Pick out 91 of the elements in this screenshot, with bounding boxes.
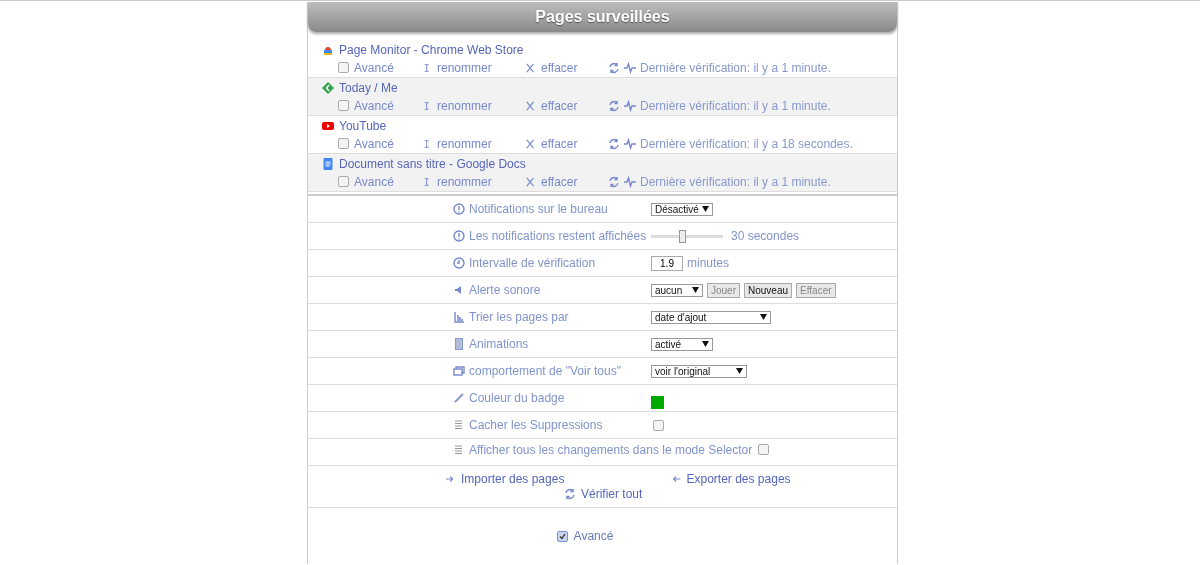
- select-dropdown[interactable]: activé: [651, 337, 713, 351]
- setting-label: Alerte sonore: [469, 283, 541, 297]
- pulse-icon: [624, 137, 636, 150]
- color-swatch[interactable]: [651, 395, 664, 409]
- setting-label: Notifications sur le bureau: [469, 202, 608, 216]
- checkbox[interactable]: [338, 138, 349, 149]
- text-cursor-icon: [424, 61, 432, 74]
- advanced-label: Avancé: [354, 98, 394, 113]
- page-title-link[interactable]: Today / Me: [339, 81, 398, 95]
- caret-icon: [736, 368, 743, 374]
- close-icon: [526, 137, 536, 150]
- caret-icon: [702, 341, 709, 347]
- unit-label: minutes: [687, 256, 730, 270]
- checkbox[interactable]: [758, 444, 770, 455]
- arrow-left-icon: [671, 473, 682, 485]
- select-dropdown[interactable]: aucun: [651, 283, 703, 297]
- sort-icon: [453, 311, 465, 323]
- checkbox[interactable]: [653, 419, 664, 431]
- select-dropdown[interactable]: Désactivé: [651, 202, 713, 216]
- delete-link[interactable]: effacer: [526, 136, 608, 151]
- list-icon: [453, 443, 465, 456]
- refresh-icon: [608, 137, 620, 150]
- refresh-icon: [608, 61, 620, 74]
- checkbox[interactable]: [338, 62, 349, 73]
- rename-link[interactable]: renommer: [424, 98, 526, 113]
- store-icon: [322, 44, 334, 56]
- export-link[interactable]: Exporter des pages: [671, 472, 897, 486]
- rename-link[interactable]: renommer: [424, 60, 526, 75]
- film-icon: [453, 338, 465, 350]
- text-cursor-icon: [424, 99, 432, 112]
- slider-thumb[interactable]: [679, 229, 687, 243]
- page-title-link[interactable]: Page Monitor - Chrome Web Store: [339, 43, 524, 57]
- pulse-icon: [624, 61, 636, 74]
- check-icon: [558, 532, 566, 540]
- setting-label: Cacher les Suppressions: [469, 418, 603, 432]
- feed-icon: [322, 82, 334, 94]
- select-dropdown[interactable]: voir l'original: [651, 364, 747, 378]
- caret-icon: [692, 287, 699, 293]
- rename-link[interactable]: renommer: [424, 174, 526, 189]
- import-link[interactable]: Importer des pages: [446, 472, 672, 486]
- delete-link[interactable]: effacer: [526, 98, 608, 113]
- checkbox[interactable]: [338, 100, 349, 111]
- arrow-right-icon: [446, 473, 456, 485]
- last-check-status: Dernière vérification: il y a 1 minute.: [640, 98, 831, 113]
- document-icon: [322, 158, 334, 170]
- delete-link[interactable]: effacer: [526, 60, 608, 75]
- delete-link[interactable]: effacer: [526, 174, 608, 189]
- caret-icon: [702, 206, 709, 212]
- rename-link[interactable]: renommer: [424, 136, 526, 151]
- close-icon: [526, 99, 536, 112]
- list-icon: [453, 419, 465, 431]
- setting-label: Les notifications restent affichées: [469, 229, 647, 243]
- checkbox[interactable]: [338, 176, 349, 187]
- refresh-icon: [564, 488, 576, 500]
- refresh-icon: [608, 99, 620, 112]
- page-title-link[interactable]: YouTube: [339, 119, 387, 133]
- check-all-link[interactable]: Vérifier tout: [564, 487, 643, 501]
- clock-icon: [453, 257, 465, 269]
- close-icon: [526, 61, 536, 74]
- setting-label: comportement de "Voir tous": [469, 364, 621, 378]
- info-icon: [453, 203, 465, 215]
- interval-field[interactable]: 1.9: [651, 255, 683, 271]
- panel-header: Pages surveillées: [308, 2, 897, 32]
- setting-label: Animations: [469, 337, 529, 351]
- advanced-label: Avancé: [573, 529, 614, 543]
- last-check-status: Dernière vérification: il y a 18 secondes.: [640, 136, 853, 151]
- pulse-icon: [624, 175, 636, 188]
- select-dropdown[interactable]: date d'ajout: [651, 310, 771, 324]
- play-icon: [322, 120, 334, 132]
- setting-label: Couleur du badge: [469, 391, 565, 405]
- page-title-link[interactable]: Document sans titre - Google Docs: [339, 157, 526, 171]
- windows-icon: [453, 365, 465, 377]
- advanced-label: Avancé: [354, 60, 394, 75]
- refresh-icon: [608, 175, 620, 188]
- pen-icon: [453, 392, 465, 404]
- setting-label: Afficher tous les changements dans le mode Selector: [469, 442, 753, 457]
- text-cursor-icon: [424, 137, 432, 150]
- sound-button[interactable]: Nouveau: [744, 282, 793, 298]
- text-cursor-icon: [424, 175, 432, 188]
- info-icon: [453, 230, 465, 242]
- setting-label: Trier les pages par: [469, 310, 569, 324]
- caret-icon: [760, 314, 767, 320]
- pulse-icon: [624, 99, 636, 112]
- setting-label: Intervalle de vérification: [469, 256, 596, 270]
- last-check-status: Dernière vérification: il y a 1 minute.: [640, 60, 831, 75]
- close-icon: [526, 175, 536, 188]
- last-check-status: Dernière vérification: il y a 1 minute.: [640, 174, 831, 189]
- advanced-label: Avancé: [354, 174, 394, 189]
- advanced-label: Avancé: [354, 136, 394, 151]
- checkbox[interactable]: [556, 530, 568, 542]
- slider-reading: 30 secondes: [731, 229, 800, 243]
